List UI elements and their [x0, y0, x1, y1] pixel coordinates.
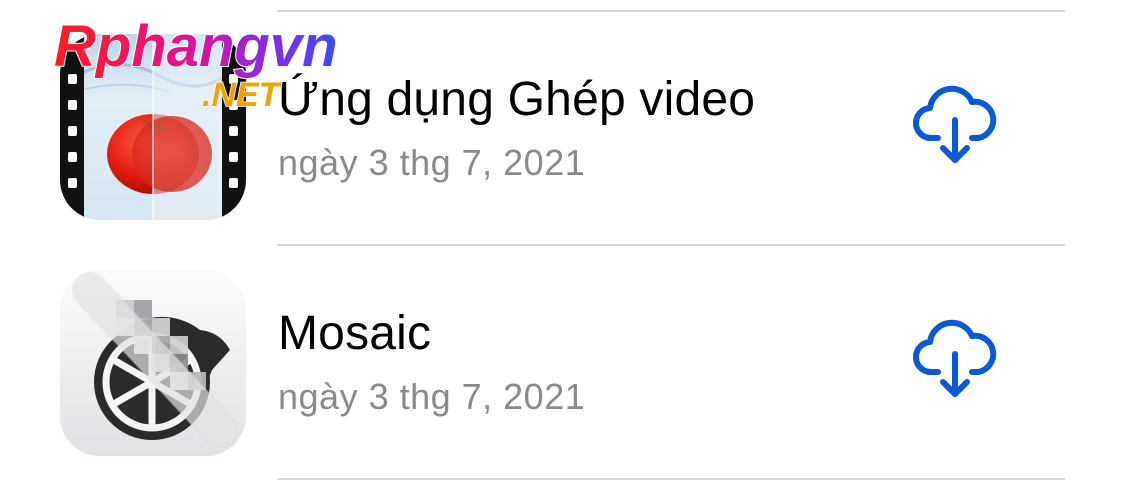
app-row-mosaic[interactable]: Mosaic ngày 3 thg 7, 2021: [0, 246, 1125, 478]
app-name: Mosaic: [278, 307, 432, 360]
mosaic-blur-icon[interactable]: [60, 270, 246, 456]
cloud-download-icon[interactable]: [910, 80, 1000, 170]
bottom-separator: [277, 478, 1065, 480]
app-name: Ứng dụng Ghép video: [278, 73, 756, 126]
video-merge-tomato-icon[interactable]: [60, 34, 246, 220]
app-row-video-merge[interactable]: Ứng dụng Ghép video ngày 3 thg 7, 2021: [0, 12, 1125, 244]
app-date: ngày 3 thg 7, 2021: [278, 376, 586, 417]
app-date: ngày 3 thg 7, 2021: [278, 142, 586, 183]
cloud-download-icon[interactable]: [910, 314, 1000, 404]
